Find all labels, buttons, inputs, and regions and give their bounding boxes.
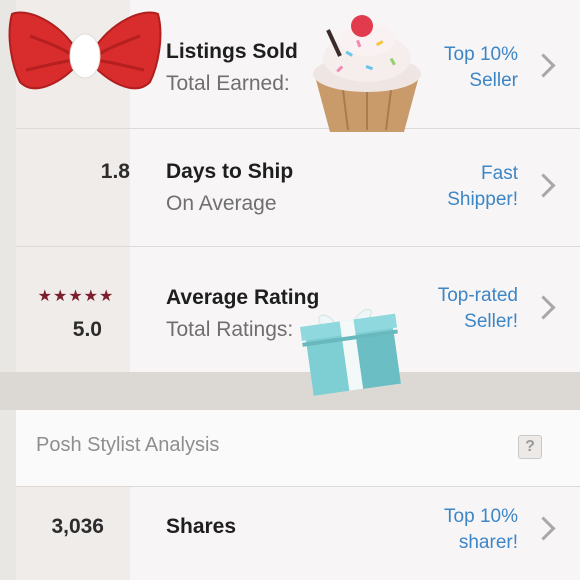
days-to-ship-row[interactable]: 1.8 Days to Ship On Average Fast Shipper…	[16, 128, 580, 247]
section-title: Posh Stylist Analysis	[36, 434, 220, 456]
badge-line-2: Shipper!	[447, 189, 518, 210]
posh-stylist-section-header: Posh Stylist Analysis ?	[16, 410, 580, 487]
shares-row[interactable]: 3,036 Shares Top 10% sharer!	[16, 487, 580, 580]
bow-sticker	[8, 11, 162, 90]
help-icon[interactable]: ?	[518, 435, 542, 459]
days-to-ship-title: Days to Ship	[166, 160, 294, 183]
rating-stars: ★★★★★	[37, 288, 115, 305]
badge-line-1: Top 10%	[444, 506, 518, 527]
shares-value: 3,036	[51, 515, 104, 538]
badge-line-1: Fast	[481, 163, 518, 184]
rating-value: 5.0	[72, 318, 102, 341]
on-average-label: On Average	[166, 192, 277, 215]
chevron-right-icon[interactable]	[531, 53, 556, 78]
total-ratings-label: Total Ratings:	[166, 318, 294, 341]
listings-sold-title: Listings Sold	[166, 40, 298, 63]
sharer-badge: Top 10% sharer!	[378, 504, 518, 556]
days-to-ship-value: 1.8	[100, 160, 130, 183]
total-earned-label: Total Earned:	[166, 72, 290, 95]
chevron-right-icon[interactable]	[531, 516, 556, 541]
chevron-right-icon[interactable]	[531, 173, 556, 198]
shipper-badge: Fast Shipper!	[378, 161, 518, 213]
shares-title: Shares	[166, 515, 237, 538]
cupcake-sticker	[313, 15, 421, 132]
gift-box-sticker	[300, 309, 401, 396]
average-rating-title: Average Rating	[166, 286, 320, 309]
badge-line-2: sharer!	[458, 532, 518, 553]
section-divider	[0, 372, 580, 410]
chevron-right-icon[interactable]	[531, 295, 556, 320]
